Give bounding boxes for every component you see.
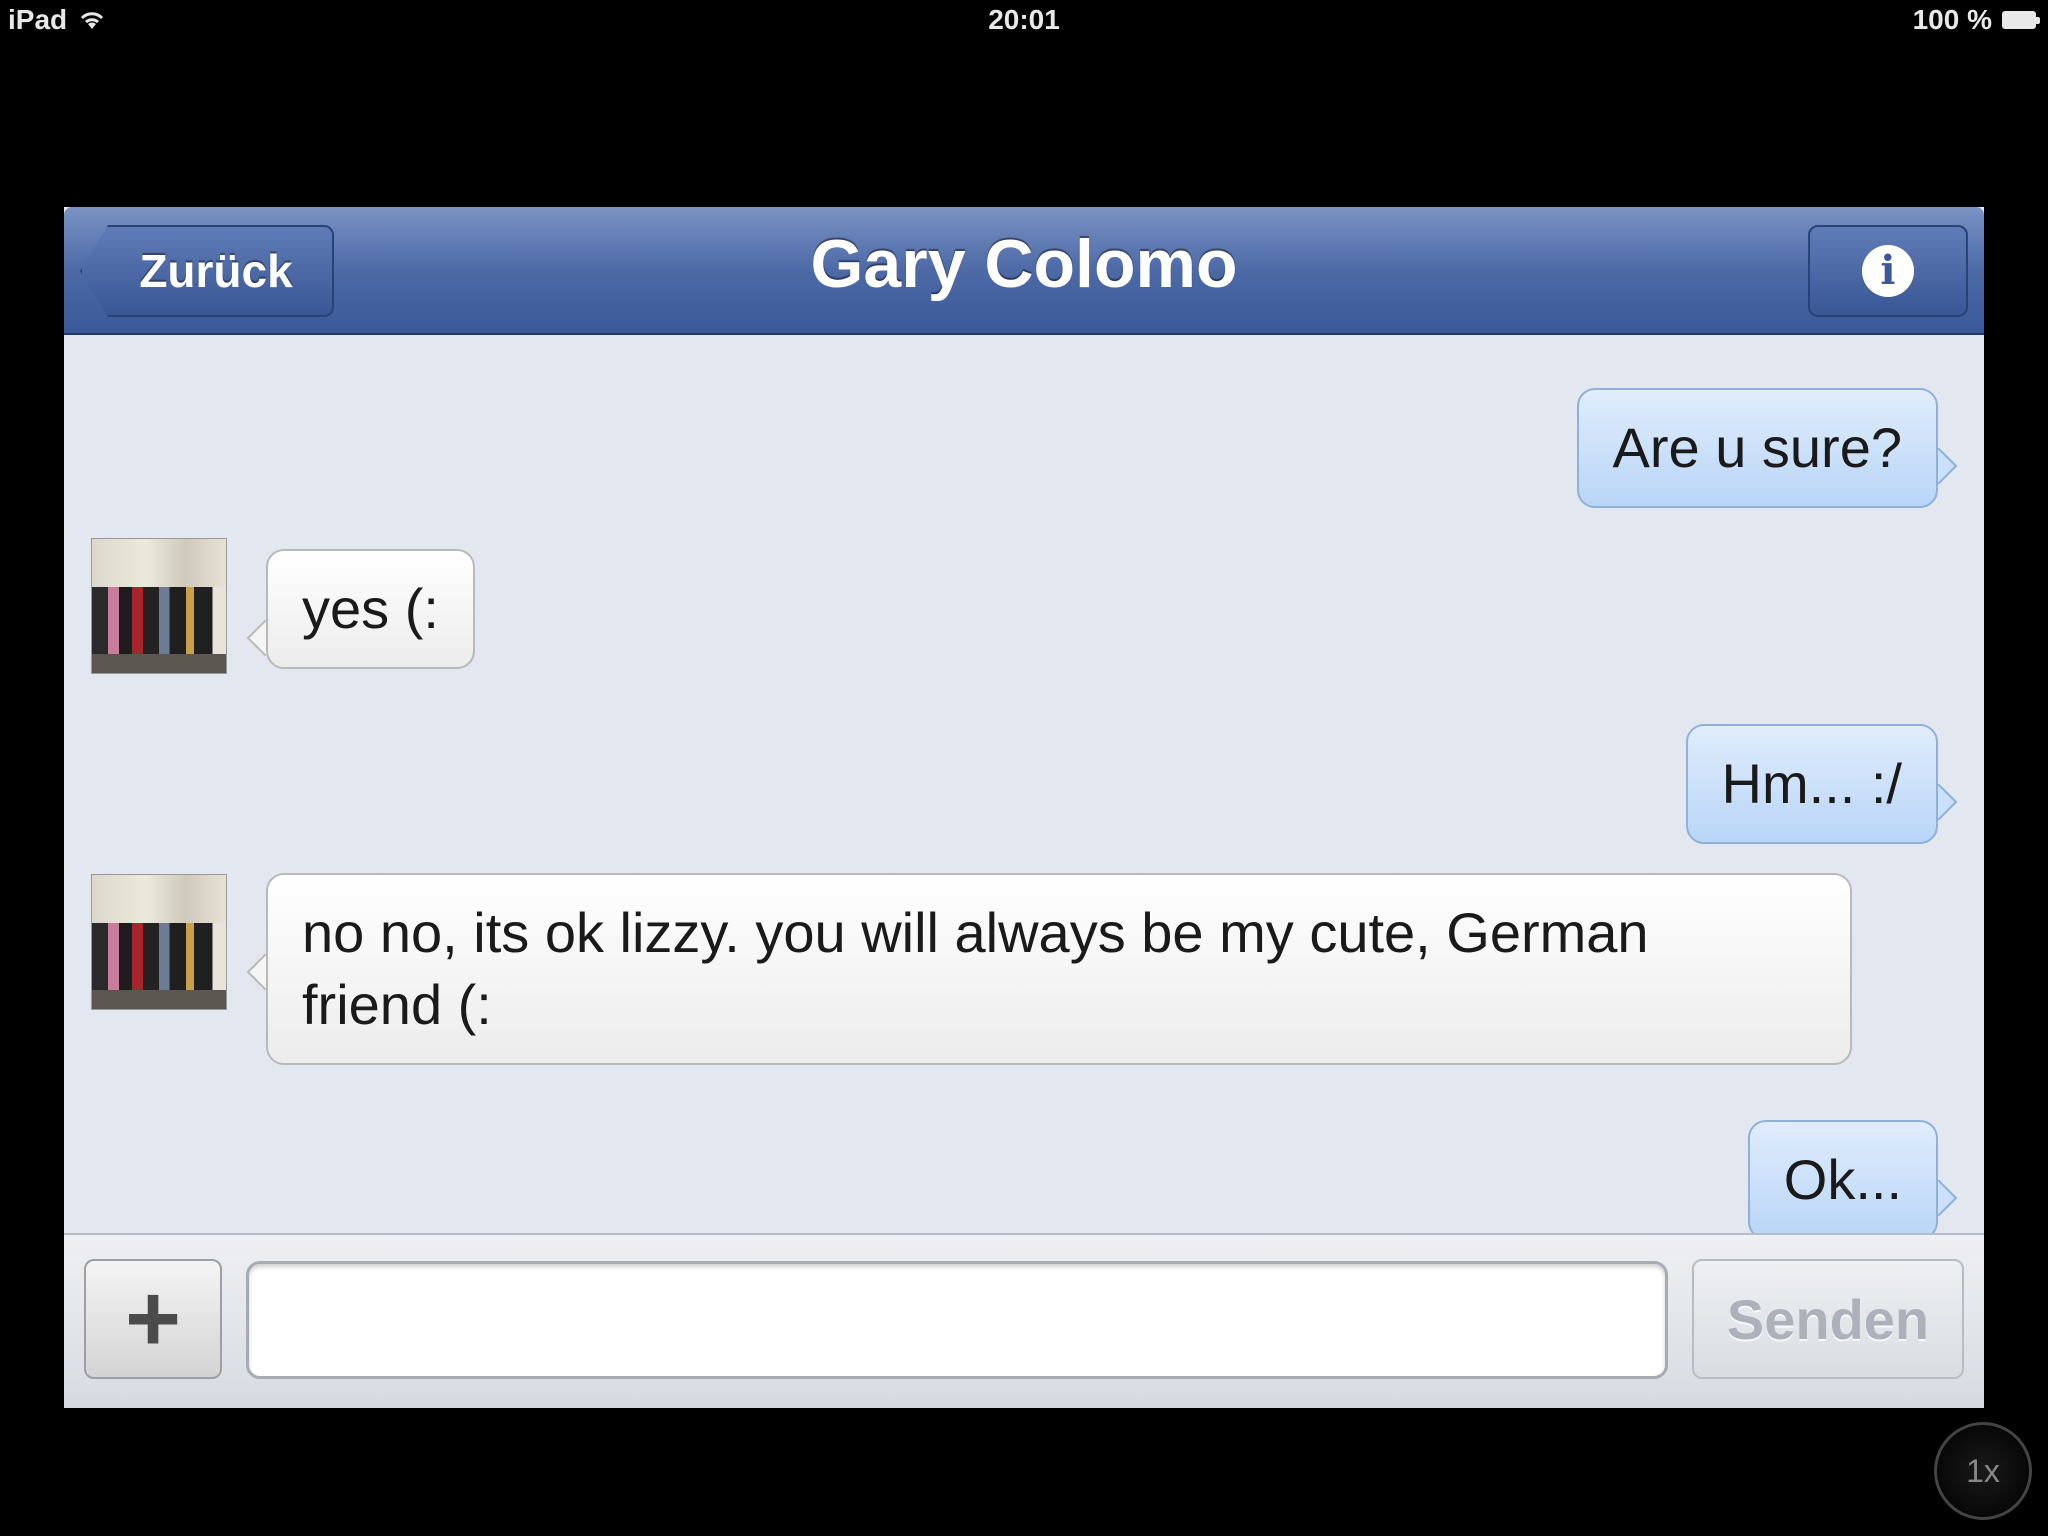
plus-icon: +: [124, 1265, 182, 1372]
nav-bar: Zurück Gary Colomo i: [64, 207, 1984, 335]
battery-icon: [2002, 11, 2040, 29]
status-right: 100 %: [1912, 4, 2040, 36]
contact-avatar[interactable]: [91, 538, 227, 674]
message-input[interactable]: [246, 1261, 1668, 1379]
add-attachment-button[interactable]: +: [84, 1259, 222, 1379]
chat-window: Zurück Gary Colomo i Are u sure? yes (: …: [64, 207, 1984, 1408]
zoom-toggle-button[interactable]: 1x: [1934, 1422, 2032, 1520]
contact-avatar[interactable]: [91, 874, 227, 1010]
page-title: Gary Colomo: [810, 226, 1238, 302]
message-text: yes (:: [302, 577, 439, 640]
message-text: Ok...: [1783, 1148, 1902, 1211]
message-incoming: yes (:: [266, 549, 475, 669]
message-text: Are u sure?: [1612, 416, 1903, 479]
message-text: Hm... :/: [1721, 752, 1902, 815]
message-outgoing: Ok...: [1747, 1120, 1938, 1240]
send-button[interactable]: Senden: [1692, 1259, 1964, 1379]
info-icon: i: [1862, 245, 1914, 297]
status-bar: iPad 20:01 100 %: [0, 0, 2048, 40]
status-time: 20:01: [988, 4, 1060, 35]
message-incoming: no no, its ok lizzy. you will always be …: [266, 873, 1852, 1065]
zoom-label: 1x: [1966, 1452, 2000, 1489]
send-button-label: Senden: [1726, 1287, 1930, 1351]
message-text-line: no no, its ok lizzy. you will always be …: [302, 901, 1649, 964]
message-text-line: friend (:: [302, 973, 492, 1036]
battery-percent: 100 %: [1912, 4, 1992, 35]
composer-bar: + Senden: [64, 1233, 1984, 1408]
message-outgoing: Hm... :/: [1685, 724, 1938, 844]
message-outgoing: Are u sure?: [1576, 388, 1938, 508]
info-button[interactable]: i: [1808, 225, 1968, 317]
